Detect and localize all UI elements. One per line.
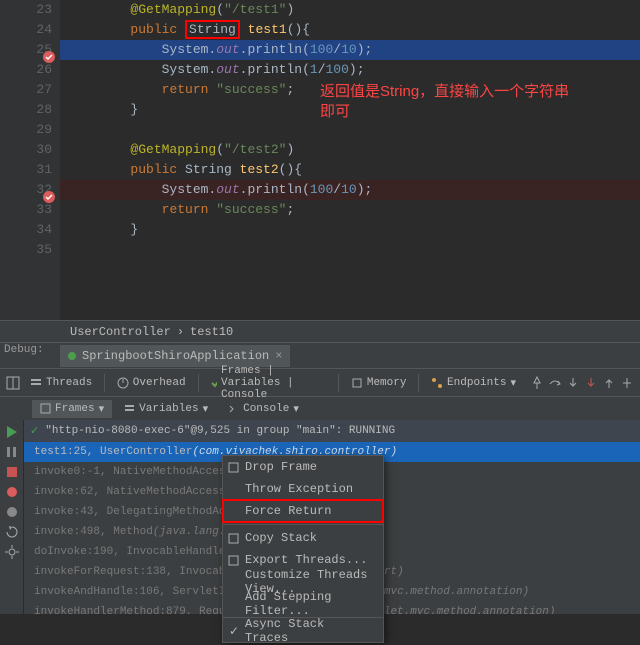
run-status-icon <box>68 352 76 360</box>
pin-icon[interactable] <box>530 376 544 390</box>
menu-item-add-stepping-filter-[interactable]: Add Stepping Filter... <box>223 593 383 615</box>
endpoints-tab[interactable]: Endpoints▾ <box>425 374 522 392</box>
context-menu[interactable]: Drop FrameThrow ExceptionForce Return Cop… <box>222 455 384 643</box>
debug-toolbar: Threads Overhead Frames | Variables | Co… <box>0 368 640 396</box>
checkmark-icon <box>210 377 217 389</box>
breadcrumb[interactable]: UserController › test10 <box>0 320 640 342</box>
threads-tab[interactable]: Threads <box>24 375 98 391</box>
debug-label: Debug: <box>4 344 44 356</box>
mute-breakpoints-icon[interactable] <box>4 504 20 520</box>
step-over-icon[interactable] <box>548 376 562 390</box>
menu-item-force-return[interactable]: Force Return <box>223 500 383 522</box>
chevron-down-icon: ▾ <box>203 402 209 416</box>
stop-icon[interactable] <box>4 464 20 480</box>
layout-icon[interactable] <box>6 376 20 390</box>
chevron-down-icon: ▾ <box>510 376 516 390</box>
memory-icon <box>351 377 363 389</box>
run-config-name: SpringbootShiroApplication <box>82 349 269 363</box>
menu-item-async-stack-traces[interactable]: ✓Async Stack Traces <box>223 620 383 642</box>
console-subtab[interactable]: Console▾ <box>220 400 307 418</box>
thread-info: "http-nio-8080-exec-6"@9,525 in group "m… <box>45 425 395 437</box>
export-icon <box>227 554 240 567</box>
menu-item-copy-stack[interactable]: Copy Stack <box>223 527 383 549</box>
variables-icon <box>124 403 135 414</box>
code-editor[interactable]: 23242526272829303132333435 @GetMapping("… <box>0 0 640 320</box>
breadcrumb-item[interactable]: UserController <box>70 325 171 339</box>
clock-icon <box>117 377 129 389</box>
step-out-icon[interactable] <box>602 376 616 390</box>
memory-tab[interactable]: Memory <box>345 375 413 391</box>
chevron-right-icon: › <box>177 325 184 339</box>
overhead-tab[interactable]: Overhead <box>111 375 192 391</box>
debug-side-toolbar <box>0 420 24 614</box>
frames-combined-tab[interactable]: Frames | Variables | Console <box>204 363 332 403</box>
thread-selector[interactable]: ✓ "http-nio-8080-exec-6"@9,525 in group … <box>24 420 640 442</box>
drop-icon <box>227 461 240 474</box>
threads-icon <box>30 377 42 389</box>
rerun-icon[interactable] <box>4 524 20 540</box>
chevron-down-icon: ▾ <box>99 402 105 416</box>
variables-subtab[interactable]: Variables▾ <box>116 400 216 418</box>
menu-item-throw-exception[interactable]: Throw Exception <box>223 478 383 500</box>
close-icon[interactable]: × <box>275 349 282 363</box>
step-into-icon[interactable] <box>566 376 580 390</box>
run-to-cursor-icon[interactable] <box>620 376 634 390</box>
resume-icon[interactable] <box>4 424 20 440</box>
frames-subtab[interactable]: Frames▾ <box>32 400 112 418</box>
line-gutter: 23242526272829303132333435 <box>0 0 60 320</box>
settings-icon[interactable] <box>4 544 20 560</box>
view-breakpoints-icon[interactable] <box>4 484 20 500</box>
breadcrumb-item[interactable]: test10 <box>190 325 233 339</box>
menu-item-drop-frame[interactable]: Drop Frame <box>223 456 383 478</box>
endpoints-icon <box>431 377 443 389</box>
chevron-down-icon: ▾ <box>293 402 299 416</box>
checkmark-icon: ✓ <box>30 424 39 438</box>
step-into-force-icon[interactable] <box>584 376 598 390</box>
code-area[interactable]: @GetMapping("/test1") public String test… <box>60 0 640 260</box>
pause-icon[interactable] <box>4 444 20 460</box>
copy-icon <box>227 532 240 545</box>
frames-icon <box>40 403 51 414</box>
console-icon <box>228 403 239 414</box>
